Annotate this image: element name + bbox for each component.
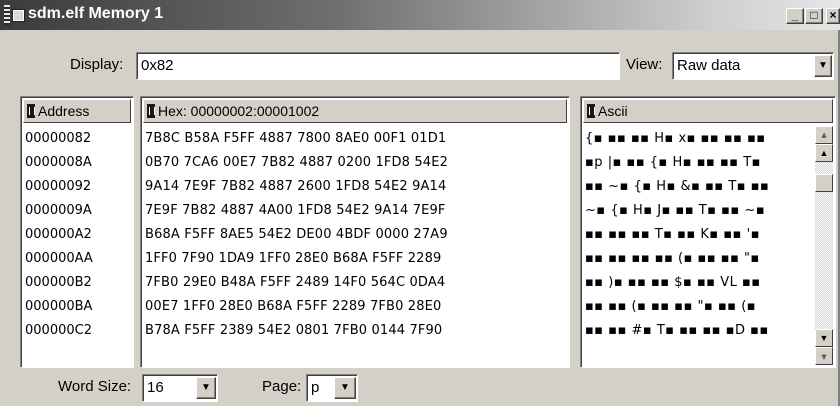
hex-list: 7B8C B58A F5FF 4887 7800 8AE0 00F1 01D1 … [145,127,567,343]
ascii-row[interactable]: ▪p |▪ ▪▪ {▪ H▪ ▪▪ ▪▪ T▪ [585,151,813,175]
ascii-list: {▪ ▪▪ ▪▪ H▪ x▪ ▪▪ ▪▪ ▪▪ ▪p |▪ ▪▪ {▪ H▪ ▪… [585,127,813,343]
address-list: 00000082 0000008A 00000092 0000009A 0000… [25,127,131,343]
scroll-bottom-icon[interactable]: ⩔ [815,347,833,365]
column-grip-icon [147,104,155,118]
hex-row[interactable]: 7E9F 7B82 4887 4A00 1FD8 54E2 9A14 7E9F [145,199,567,223]
hex-header-label: Hex: 00000002:00001002 [158,103,320,119]
address-row[interactable]: 0000009A [25,199,131,223]
word-size-value: 16 [147,379,164,396]
memory-window: sdm.elf Memory 1 _ □ × Display: 0x82 Vie… [0,0,840,406]
address-row[interactable]: 000000BA [25,295,131,319]
window-app-icon [12,9,25,22]
vertical-scrollbar[interactable]: ⩓ ▲ ▼ ⩔ [815,126,833,365]
ascii-column-header[interactable]: Ascii [583,99,833,123]
address-row[interactable]: 0000008A [25,151,131,175]
word-size-dropdown-icon[interactable]: ▼ [196,377,216,399]
hex-pane: Hex: 00000002:00001002 7B8C B58A F5FF 48… [140,96,570,368]
view-label: View: [626,56,663,73]
address-row[interactable]: 000000C2 [25,319,131,343]
title-bar[interactable]: sdm.elf Memory 1 _ □ × [0,0,840,30]
view-select-value: Raw data [677,57,741,74]
close-button[interactable]: × [826,8,840,24]
display-input[interactable]: 0x82 [136,52,620,80]
hex-column-header[interactable]: Hex: 00000002:00001002 [143,99,567,123]
ascii-row[interactable]: ▪▪ ▪▪ ▪▪ ▪▪ (▪ ▪▪ ▪▪ "▪ [585,247,813,271]
ascii-row[interactable]: ▪▪ )▪ ▪▪ ▪▪ $▪ ▪▪ VL ▪▪ [585,271,813,295]
address-pane: Address 00000082 0000008A 00000092 00000… [20,96,134,368]
address-row[interactable]: 000000B2 [25,271,131,295]
ascii-row[interactable]: {▪ ▪▪ ▪▪ H▪ x▪ ▪▪ ▪▪ ▪▪ [585,127,813,151]
page-label: Page: [262,378,302,395]
page-value: p [311,379,320,396]
title-grip-icon[interactable] [4,5,10,25]
hex-row[interactable]: 7FB0 29E0 B48A F5FF 2489 14F0 564C 0DA4 [145,271,567,295]
ascii-pane: Ascii {▪ ▪▪ ▪▪ H▪ x▪ ▪▪ ▪▪ ▪▪ ▪p |▪ ▪▪ {… [580,96,836,368]
view-dropdown-icon[interactable]: ▼ [814,55,832,77]
hex-row[interactable]: 0B70 7CA6 00E7 7B82 4887 0200 1FD8 54E2 [145,151,567,175]
ascii-row[interactable]: ~▪ {▪ H▪ J▪ ▪▪ T▪ ▪▪ ~▪ [585,199,813,223]
ascii-row[interactable]: ▪▪ ▪▪ (▪ ▪▪ ▪▪ "▪ ▪▪ (▪ [585,295,813,319]
page-dropdown-icon[interactable]: ▼ [334,377,356,399]
ascii-row[interactable]: ▪▪ ~▪ {▪ H▪ &▪ ▪▪ T▪ ▪▪ [585,175,813,199]
minimize-button[interactable]: _ [786,8,804,24]
address-header-label: Address [38,103,90,119]
maximize-button[interactable]: □ [805,8,823,24]
column-grip-icon [27,104,35,118]
hex-row[interactable]: B78A F5FF 2389 54E2 0801 7FB0 0144 7F90 [145,319,567,343]
scroll-top-icon[interactable]: ⩓ [815,126,833,144]
hex-row[interactable]: B68A F5FF 8AE5 54E2 DE00 4BDF 0000 27A9 [145,223,567,247]
scroll-up-icon[interactable]: ▲ [815,144,833,162]
ascii-row[interactable]: ▪▪ ▪▪ #▪ T▪ ▪▪ ▪▪ ▪D ▪▪ [585,319,813,343]
address-row[interactable]: 00000082 [25,127,131,151]
address-row[interactable]: 00000092 [25,175,131,199]
hex-row[interactable]: 7B8C B58A F5FF 4887 7800 8AE0 00F1 01D1 [145,127,567,151]
hex-row[interactable]: 9A14 7E9F 7B82 4887 2600 1FD8 54E2 9A14 [145,175,567,199]
word-size-label: Word Size: [58,378,132,395]
ascii-row[interactable]: ▪▪ ▪▪ ▪▪ T▪ ▪▪ K▪ ▪▪ '▪ [585,223,813,247]
scroll-thumb[interactable] [815,174,833,192]
address-column-header[interactable]: Address [23,99,131,123]
address-row[interactable]: 000000A2 [25,223,131,247]
address-row[interactable]: 000000AA [25,247,131,271]
hex-row[interactable]: 1FF0 7F90 1DA9 1FF0 28E0 B68A F5FF 2289 [145,247,567,271]
window-title: sdm.elf Memory 1 [28,5,164,22]
display-label: Display: [70,56,124,73]
hex-row[interactable]: 00E7 1FF0 28E0 B68A F5FF 2289 7FB0 28E0 [145,295,567,319]
ascii-header-label: Ascii [598,103,628,119]
view-select[interactable]: Raw data [672,52,834,80]
column-grip-icon [587,104,595,118]
scroll-down-icon[interactable]: ▼ [815,329,833,347]
